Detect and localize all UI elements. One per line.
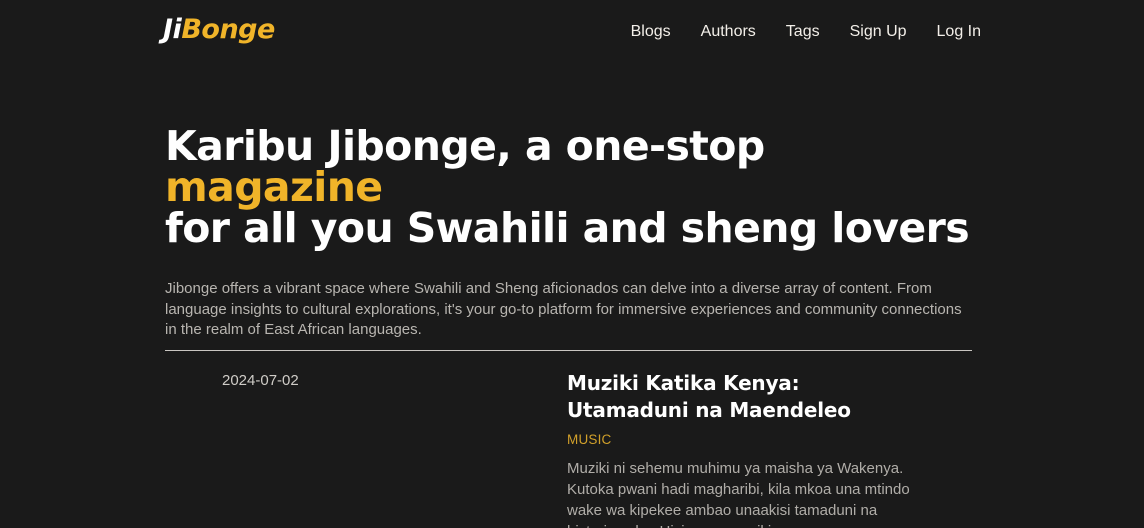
section-divider	[165, 350, 972, 351]
hero-section: Karibu Jibonge, a one-stop magazine for …	[165, 126, 975, 341]
main-navigation: Blogs Authors Tags Sign Up Log In	[631, 21, 981, 43]
nav-item-tags[interactable]: Tags	[786, 21, 820, 43]
post-content: Muziki Katika Kenya: Utamaduni na Maende…	[567, 370, 975, 528]
post-list: 2024-07-02 Muziki Katika Kenya: Utamadun…	[165, 370, 975, 528]
nav-item-sign-up[interactable]: Sign Up	[850, 21, 907, 43]
post-date: 2024-07-02	[222, 372, 299, 389]
nav-item-authors[interactable]: Authors	[701, 21, 756, 43]
post-excerpt: Muziki ni sehemu muhimu ya maisha ya Wak…	[567, 460, 910, 528]
nav-item-blogs[interactable]: Blogs	[631, 21, 671, 43]
logo-text-primary: Ji	[163, 14, 182, 45]
hero-title-line-3: for all you Swahili and sheng lovers	[165, 204, 970, 252]
page-title: Karibu Jibonge, a one-stop magazine for …	[165, 126, 975, 249]
nav-item-log-in[interactable]: Log In	[937, 21, 981, 43]
site-logo[interactable]: JiBonge	[163, 16, 275, 43]
site-header: JiBonge Blogs Authors Tags Sign Up Log I…	[0, 0, 1144, 66]
post-title-link[interactable]: Muziki Katika Kenya: Utamaduni na Maende…	[567, 370, 927, 424]
hero-subtitle: Jibonge offers a vibrant space where Swa…	[165, 280, 962, 338]
logo-text-accent: Bonge	[181, 14, 275, 45]
post-category-tag[interactable]: MUSIC	[567, 431, 975, 449]
list-item[interactable]: 2024-07-02 Muziki Katika Kenya: Utamadun…	[165, 370, 975, 528]
page-root: JiBonge Blogs Authors Tags Sign Up Log I…	[0, 0, 1144, 528]
